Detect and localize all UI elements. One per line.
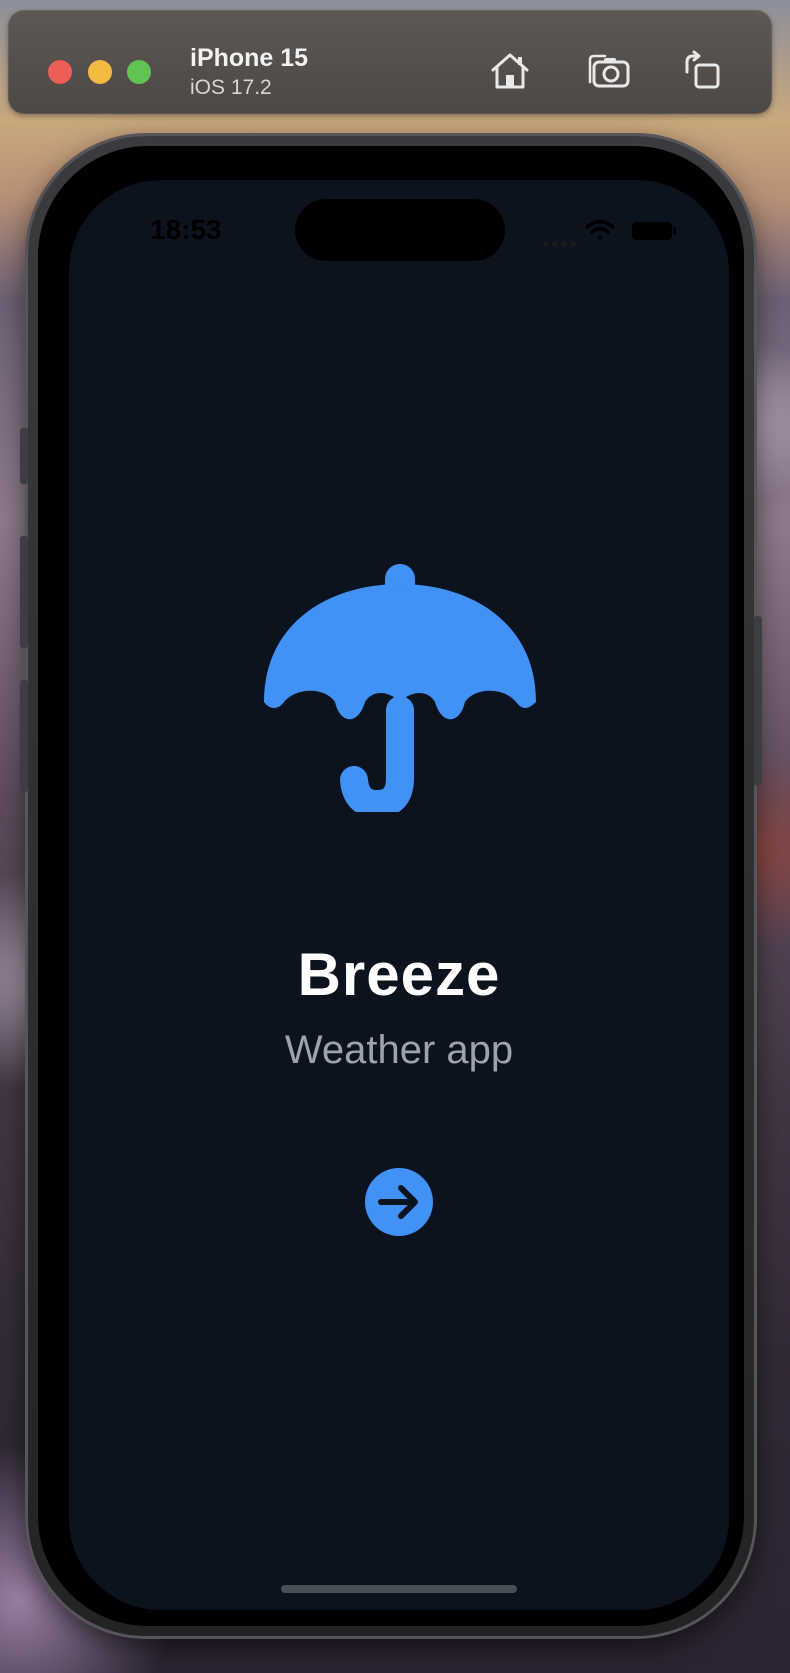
volume-down-button	[20, 680, 28, 792]
device-os-version: iOS 17.2	[190, 76, 272, 99]
rotate-icon[interactable]	[680, 48, 726, 94]
arrow-right-icon	[378, 1185, 418, 1219]
signal-icon	[543, 234, 579, 247]
umbrella-icon	[260, 562, 540, 812]
minimize-window-button[interactable]	[88, 60, 112, 84]
next-button[interactable]	[365, 1168, 433, 1236]
app-title: Breeze	[297, 941, 501, 1008]
dynamic-island	[295, 199, 505, 261]
action-button	[20, 428, 28, 484]
close-window-button[interactable]	[48, 60, 72, 84]
wifi-icon	[585, 219, 615, 243]
simulator-title-bar: iPhone 15 iOS 17.2	[8, 10, 772, 114]
zoom-window-button[interactable]	[127, 60, 151, 84]
battery-icon	[632, 222, 672, 240]
phone-bezel: 18:53 Breeze Weather app	[38, 146, 744, 1626]
phone-frame: 18:53 Breeze Weather app	[20, 136, 762, 1636]
power-button	[754, 616, 762, 786]
app-subtitle: Weather app	[284, 1028, 514, 1072]
home-icon[interactable]	[487, 48, 533, 94]
device-name: iPhone 15	[190, 44, 309, 72]
status-time: 18:53	[150, 214, 222, 245]
battery-tip	[673, 227, 676, 235]
volume-up-button	[20, 536, 28, 648]
screenshot-icon[interactable]	[587, 48, 633, 94]
home-indicator[interactable]	[281, 1585, 517, 1593]
app-screen: 18:53 Breeze Weather app	[69, 180, 729, 1610]
